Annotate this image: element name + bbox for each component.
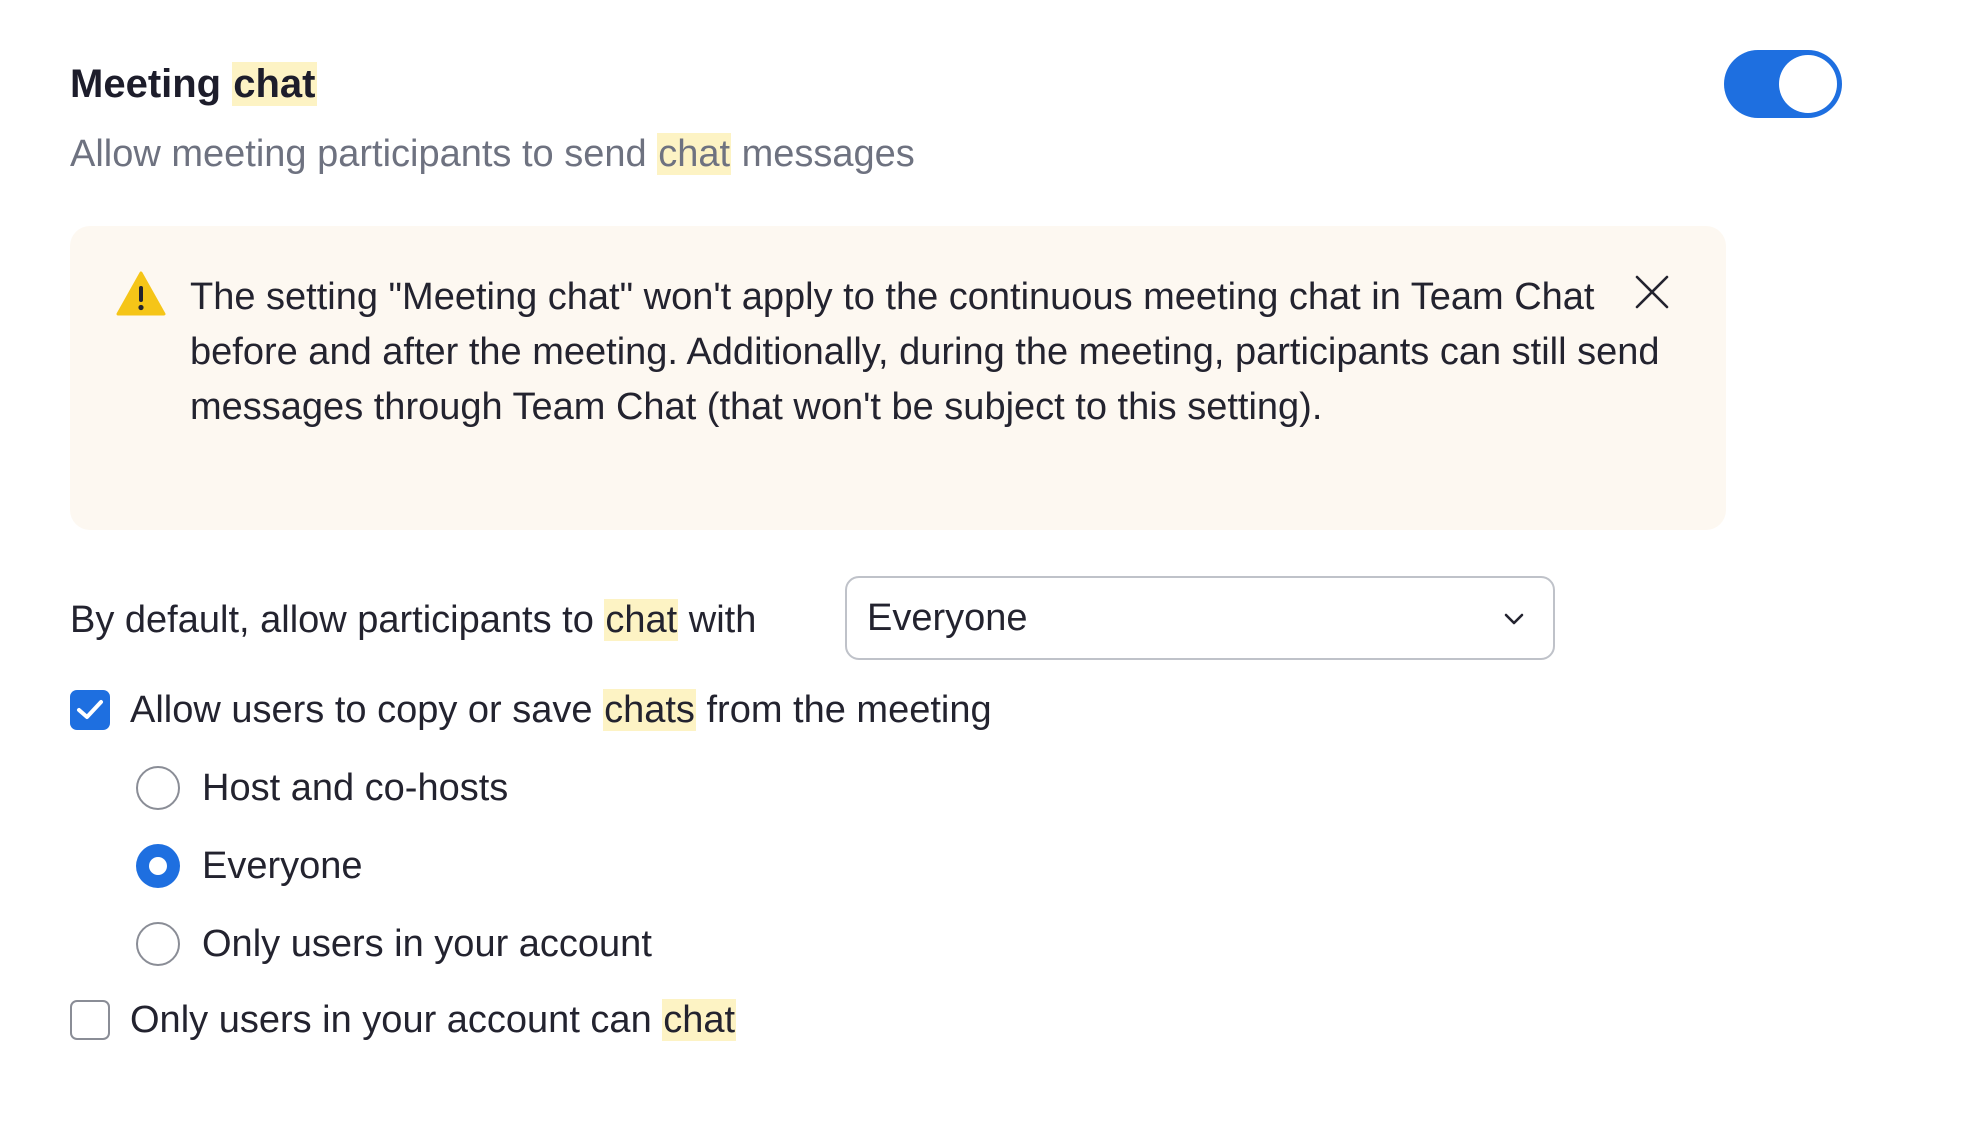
radio-account-users[interactable]: [136, 922, 180, 966]
radio-label-account-users: Only users in your account: [202, 923, 652, 965]
close-icon[interactable]: [1632, 272, 1672, 312]
copy-save-label: Allow users to copy or save chats from t…: [130, 682, 992, 738]
radio-everyone[interactable]: [136, 844, 180, 888]
description-text: Allow meeting participants to send: [70, 133, 647, 175]
toggle-knob: [1779, 55, 1837, 113]
setting-title-text: Meeting: [70, 62, 222, 106]
search-highlight: chat: [232, 62, 317, 106]
setting-title: Meeting chat: [70, 56, 317, 112]
chat-with-dropdown[interactable]: Everyone: [845, 576, 1555, 660]
radio-host-cohosts[interactable]: [136, 766, 180, 810]
default-chat-text: with: [688, 599, 757, 641]
radio-label-host-cohosts: Host and co-hosts: [202, 767, 509, 809]
search-highlight: chats: [603, 689, 696, 731]
copy-save-text: Allow users to copy or save: [130, 689, 593, 731]
search-highlight: chat: [657, 133, 732, 175]
checkmark-icon: [77, 700, 103, 719]
account-only-label: Only users in your account can chat: [130, 992, 737, 1048]
copy-save-checkbox[interactable]: [70, 690, 110, 730]
warning-icon: [116, 271, 166, 316]
radio-label-everyone: Everyone: [202, 845, 363, 887]
account-only-checkbox[interactable]: [70, 1000, 110, 1040]
notice-text: The setting "Meeting chat" won't apply t…: [190, 276, 1660, 428]
dropdown-value: Everyone: [867, 597, 1028, 639]
default-chat-label: By default, allow participants to chat w…: [70, 592, 756, 648]
search-highlight: chat: [662, 999, 737, 1041]
search-highlight: chat: [604, 599, 679, 641]
copy-save-text: from the meeting: [706, 689, 992, 731]
description-text: messages: [741, 133, 915, 175]
meeting-chat-toggle[interactable]: [1724, 50, 1842, 118]
account-only-text: Only users in your account can: [130, 999, 652, 1041]
default-chat-text: By default, allow participants to: [70, 599, 594, 641]
chevron-down-icon: [1504, 613, 1524, 625]
setting-description: Allow meeting participants to send chat …: [70, 128, 915, 180]
notice-banner: The setting "Meeting chat" won't apply t…: [70, 226, 1726, 530]
